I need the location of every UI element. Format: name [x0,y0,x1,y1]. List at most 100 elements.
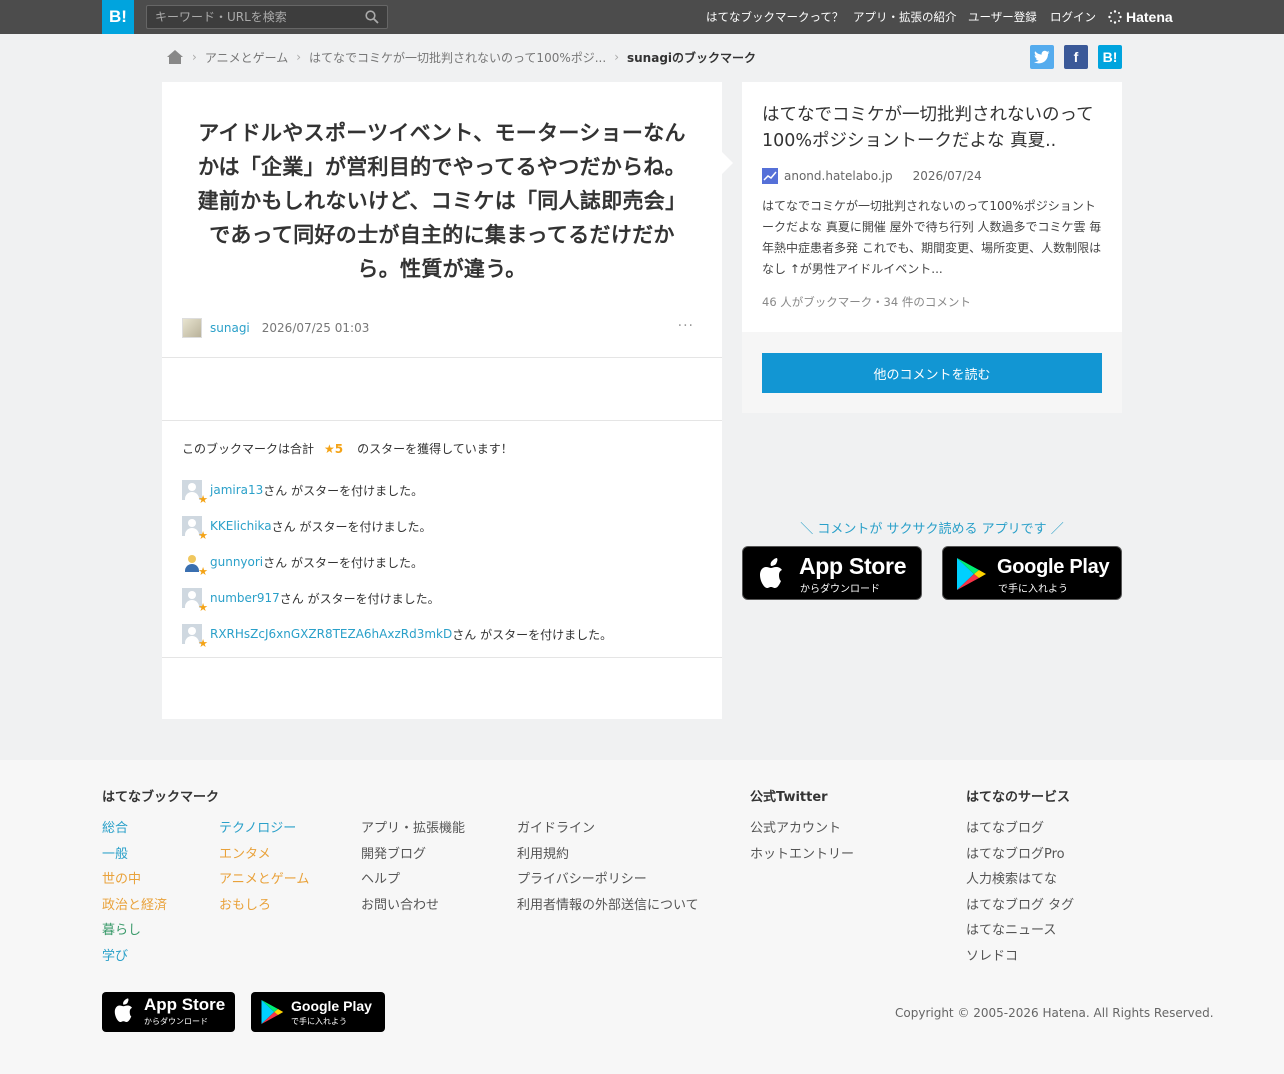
star-row: ★ number917 さん がスターを付けました。 [182,588,440,614]
footer-app-store-badge[interactable]: App Store からダウンロード [102,992,235,1032]
footer-google-play-badge[interactable]: Google Play で手に入れよう [251,992,385,1032]
hatena-share-button[interactable]: B! [1098,45,1122,69]
apple-icon [760,558,782,588]
more-options-icon[interactable]: ··· [678,318,694,334]
star-icon: ★ [198,601,208,614]
hatena-logo[interactable]: Hatena [1108,0,1173,34]
breadcrumb-chevron-icon: › [296,50,302,64]
footer-link[interactable]: ガイドライン [517,816,699,842]
entry-date: 2026/07/24 [912,169,982,183]
footer-link[interactable]: はてなブログ [966,816,1074,842]
footer-heading-services: はてなのサービス [966,790,1071,805]
entry-card: はてなでコミケが一切批判されないのって100%ポジショントークだよな 真夏.. … [742,82,1122,332]
star-user[interactable]: jamira13 [210,483,263,497]
star-icon: ★ [198,529,208,542]
top-bar: B! はてなブックマークって？ アプリ・拡張の紹介 ユーザー登録 ログイン Ha… [0,0,1284,34]
footer-link[interactable]: はてなブログPro [966,842,1074,868]
star-row-text: さん がスターを付けました。 [452,627,613,642]
footer-app-store-label: App Store [144,995,226,1014]
breadcrumb-category[interactable]: アニメとゲーム [205,49,288,66]
footer-app-store-sub: からダウンロード [144,1017,208,1026]
read-more-comments-button[interactable]: 他のコメントを読む [762,353,1102,393]
star-row: ★ jamira13 さん がスターを付けました。 [182,480,424,506]
app-store-label: App Store [799,553,907,579]
footer-link[interactable]: 公式アカウント [750,816,854,842]
footer-google-play-sub: で手に入れよう [291,1017,347,1026]
bookmark-comment-section: アイドルやスポーツイベント、モーターショーなんかは「企業」が営利目的でやってるや… [162,82,722,358]
footer-link[interactable]: 総合 [102,816,167,842]
bookmark-datetime: 2026/07/25 01:03 [261,321,370,335]
copyright: Copyright © 2005-2026 Hatena. All Rights… [895,1006,1214,1020]
stars-heading-prefix: このブックマークは合計 [182,442,315,456]
stars-heading-suffix: のスターを獲得しています！ [357,442,513,456]
footer-link[interactable]: お問い合わせ [361,893,465,919]
star-row-text: さん がスターを付けました。 [263,555,423,570]
footer-link[interactable]: エンタメ [219,842,309,868]
footer-link[interactable]: 利用規約 [517,842,699,868]
footer-link[interactable]: 利用者情報の外部送信について [517,893,699,919]
nav-register[interactable]: ユーザー登録 [968,0,1037,34]
facebook-share-button[interactable]: f [1064,45,1088,69]
footer-link[interactable]: はてなブログ タグ [966,893,1074,919]
app-store-badge[interactable]: App Store からダウンロード [742,546,922,600]
google-play-label: Google Play [997,556,1110,578]
card-arrow [722,152,733,174]
footer-link[interactable]: 学び [102,944,167,970]
footer-col-categories2: テクノロジー エンタメ アニメとゲーム おもしろ [219,816,309,918]
breadcrumb: › アニメとゲーム › はてなでコミケが一切批判されないのって100%ポジ...… [166,46,756,68]
user-avatar[interactable] [182,318,202,338]
star-row-text: さん がスターを付けました。 [263,483,424,498]
footer: はてなブックマーク 総合 一般 世の中 政治と経済 暮らし 学び テクノロジー … [0,760,1284,1074]
footer-link[interactable]: はてなニュース [966,918,1074,944]
footer-link[interactable]: ヘルプ [361,867,465,893]
footer-link[interactable]: アプリ・拡張機能 [361,816,465,842]
search-input[interactable] [147,6,357,28]
footer-link[interactable]: ソレドコ [966,944,1074,970]
nav-about[interactable]: はてなブックマークって？ [706,0,843,34]
footer-link[interactable]: アニメとゲーム [219,867,309,893]
entry-domain[interactable]: anond.hatelabo.jp [784,169,893,183]
entry-source: anond.hatelabo.jp 2026/07/24 [762,168,982,184]
star-user[interactable]: KKElichika [210,519,272,533]
twitter-share-button[interactable] [1030,45,1054,69]
footer-link[interactable]: ホットエントリー [750,842,854,868]
search-icon[interactable] [365,10,379,24]
google-play-icon [261,1000,284,1024]
nav-login[interactable]: ログイン [1050,0,1096,34]
footer-link[interactable]: おもしろ [219,893,309,919]
breadcrumb-entry[interactable]: はてなでコミケが一切批判されないのって100%ポジ... [309,49,606,66]
star-icon: ★ [198,493,208,506]
user-avatar[interactable]: ★ [182,552,208,578]
footer-link[interactable]: 開発ブログ [361,842,465,868]
star-row-text: さん がスターを付けました。 [271,519,432,534]
footer-link[interactable]: 世の中 [102,867,167,893]
star-user[interactable]: number917 [210,591,280,605]
nav-apps[interactable]: アプリ・拡張の紹介 [853,0,957,34]
footer-heading-bookmark: はてなブックマーク [102,790,220,805]
hatena-bookmark-logo[interactable]: B! [102,0,134,34]
footer-link[interactable]: 一般 [102,842,167,868]
bookmark-comment: アイドルやスポーツイベント、モーターショーなんかは「企業」が営利目的でやってるや… [197,121,687,281]
entry-title[interactable]: はてなでコミケが一切批判されないのって100%ポジショントークだよな 真夏.. [762,102,1107,154]
entry-bookmark-count[interactable]: 46 人がブックマーク・34 件のコメント [762,294,971,310]
footer-link[interactable]: 政治と経済 [102,893,167,919]
footer-link[interactable]: 暮らし [102,918,167,944]
stars-section: このブックマークは合計 ★5 のスターを獲得しています！ ★ jamira13 さ… [162,422,722,658]
star-row: ★ RXRHsZcJ6xnGXZR8TEZA6hAxzRd3mkD さん がスター… [182,624,613,650]
user-avatar[interactable]: ★ [182,624,208,650]
footer-link[interactable]: プライバシーポリシー [517,867,699,893]
user-avatar[interactable]: ★ [182,588,208,614]
user-avatar[interactable]: ★ [182,480,208,506]
google-play-badge[interactable]: Google Play で手に入れよう [942,546,1122,600]
footer-col-apps: アプリ・拡張機能 開発ブログ ヘルプ お問い合わせ [361,816,465,918]
footer-col-services: はてなブログ はてなブログPro 人力検索はてな はてなブログ タグ はてなニュ… [966,816,1074,970]
bookmark-user[interactable]: sunagi [210,321,250,335]
star-icon: ★ [198,637,208,650]
footer-link[interactable]: 人力検索はてな [966,867,1074,893]
star-user[interactable]: RXRHsZcJ6xnGXZR8TEZA6hAxzRd3mkD [210,627,452,641]
home-icon[interactable] [166,49,184,65]
star-user[interactable]: gunnyori [210,555,263,569]
user-avatar[interactable]: ★ [182,516,208,542]
search-box [146,5,388,29]
footer-link[interactable]: テクノロジー [219,816,309,842]
